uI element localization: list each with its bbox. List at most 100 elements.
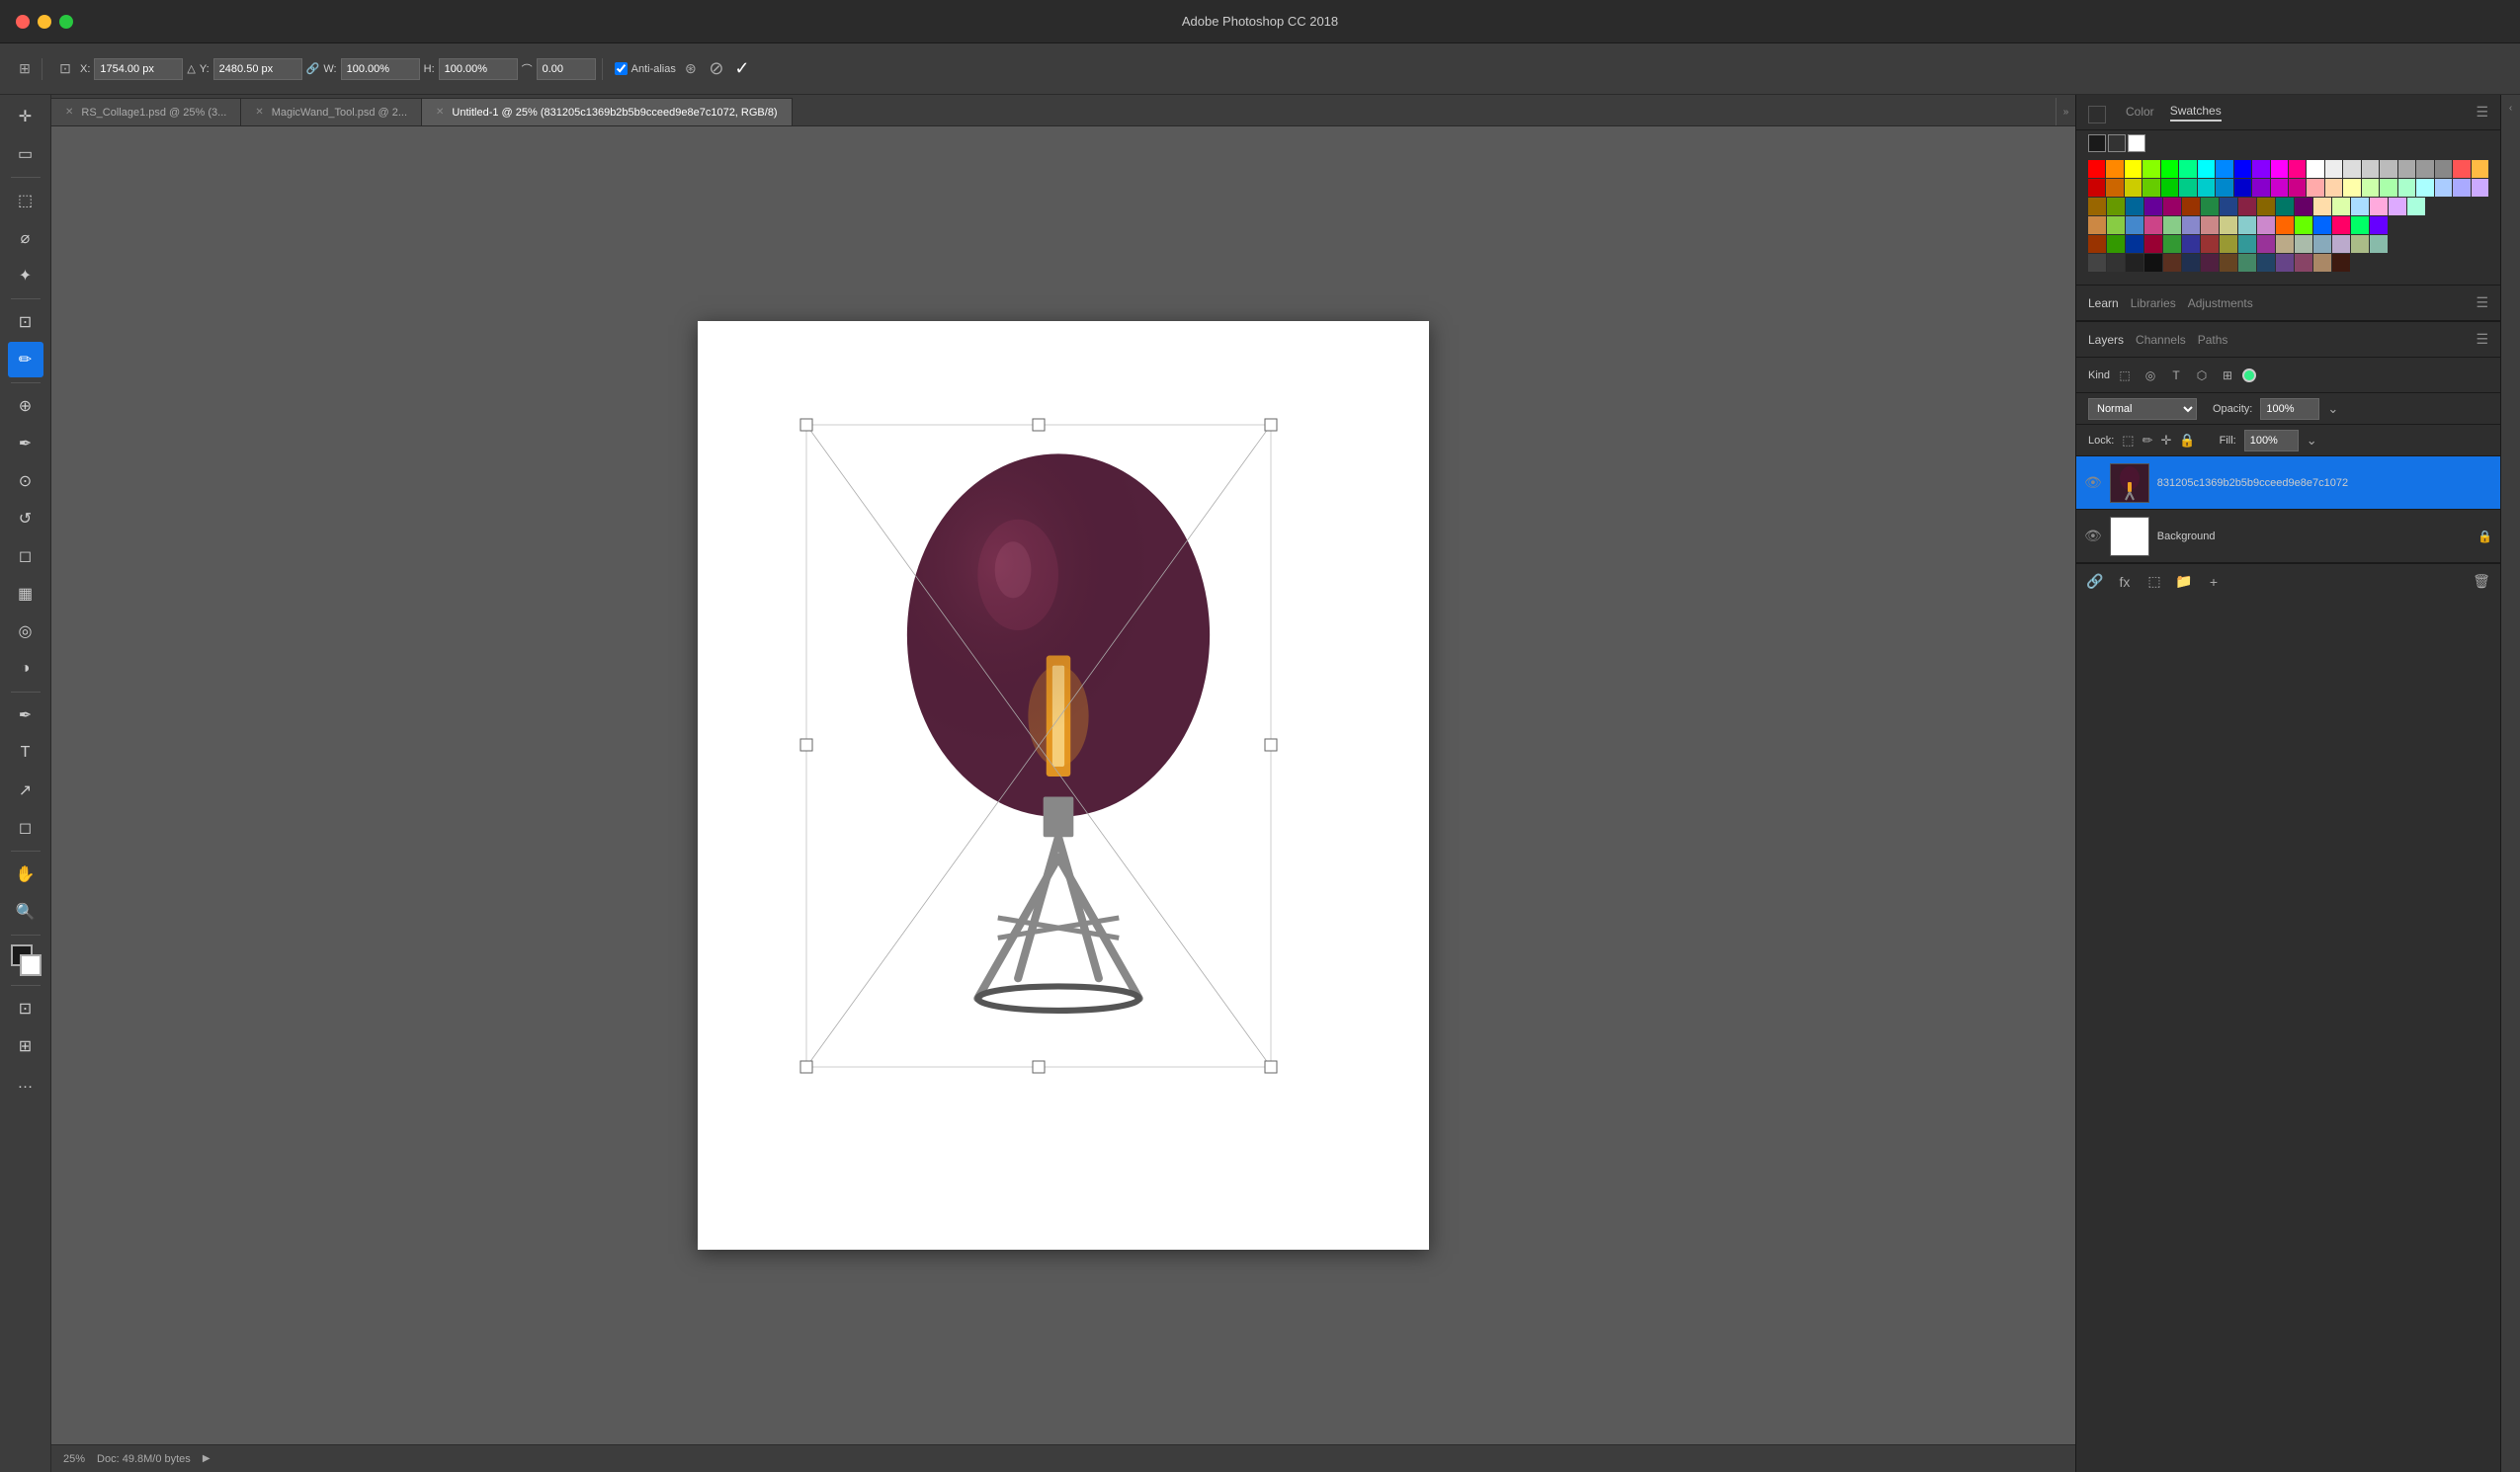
swatch-w3[interactable] bbox=[2343, 160, 2360, 178]
tab-untitled[interactable]: ✕ Untitled-1 @ 25% (831205c1369b2b5b9cce… bbox=[422, 98, 793, 125]
swatch-gr4b[interactable] bbox=[2351, 216, 2369, 234]
marquee-tool[interactable]: ⬚ bbox=[8, 183, 43, 218]
wand-tool[interactable]: ✦ bbox=[8, 258, 43, 293]
gradient-tool[interactable]: ▦ bbox=[8, 576, 43, 612]
tab-color[interactable]: Color bbox=[2126, 105, 2154, 121]
swatch-gc2[interactable] bbox=[2179, 179, 2196, 197]
swatch-lb2[interactable] bbox=[2453, 179, 2470, 197]
cancel-transform-button[interactable]: ⊘ bbox=[706, 58, 727, 80]
swatch-sc5[interactable] bbox=[2370, 235, 2388, 253]
swatch-or4[interactable] bbox=[2276, 216, 2294, 234]
x-input[interactable] bbox=[94, 58, 183, 80]
angle-input[interactable] bbox=[537, 58, 596, 80]
swatch-lv3[interactable] bbox=[2389, 198, 2406, 215]
lock-all-icon[interactable]: 🔒 bbox=[2179, 433, 2195, 449]
layers-panel-menu[interactable]: ☰ bbox=[2476, 331, 2488, 348]
swatch-b5[interactable] bbox=[2126, 235, 2143, 253]
swatch-g2[interactable] bbox=[2142, 179, 2159, 197]
swatch-green[interactable] bbox=[2161, 160, 2178, 178]
swatch-db6[interactable] bbox=[2163, 254, 2181, 272]
swatch-lg2[interactable] bbox=[2362, 179, 2379, 197]
swatch-lg3[interactable] bbox=[2332, 198, 2350, 215]
filter-shape-icon[interactable]: ⬡ bbox=[2191, 365, 2213, 386]
new-group-button[interactable]: 📁 bbox=[2173, 571, 2195, 593]
swatch-dn6[interactable] bbox=[2182, 254, 2200, 272]
maximize-button[interactable] bbox=[59, 15, 73, 29]
swatch-pk2[interactable] bbox=[2289, 179, 2306, 197]
swatch-ye4[interactable] bbox=[2295, 216, 2312, 234]
swatch-b2[interactable] bbox=[2234, 179, 2251, 197]
tab-close-rs[interactable]: ✕ bbox=[65, 107, 73, 118]
antialias-checkbox[interactable] bbox=[615, 62, 628, 75]
swatch-w2[interactable] bbox=[2325, 160, 2342, 178]
link-layers-button[interactable]: 🔗 bbox=[2084, 571, 2106, 593]
swatch-dr3[interactable] bbox=[2238, 198, 2256, 215]
swatch-b4b[interactable] bbox=[2182, 216, 2200, 234]
learn-panel-menu[interactable]: ☰ bbox=[2476, 294, 2488, 311]
commit-transform-button[interactable]: ✓ bbox=[731, 58, 753, 80]
swatch-pu5[interactable] bbox=[2257, 235, 2275, 253]
zoom-tool[interactable]: 🔍 bbox=[8, 894, 43, 930]
swatch-lp2[interactable] bbox=[2472, 179, 2488, 197]
warp-icon[interactable]: ⊛ bbox=[680, 58, 702, 80]
tab-overflow-button[interactable]: » bbox=[2056, 98, 2075, 125]
swatch-c2[interactable] bbox=[2198, 179, 2215, 197]
panel-collapse-bar[interactable]: ‹ bbox=[2500, 95, 2520, 1472]
swatch-b4[interactable] bbox=[2088, 216, 2106, 234]
tab-channels[interactable]: Channels bbox=[2136, 333, 2186, 347]
fill-arrow[interactable]: ⌄ bbox=[2307, 433, 2317, 449]
swatch-m2[interactable] bbox=[2271, 179, 2288, 197]
swatch-g3[interactable] bbox=[2107, 198, 2125, 215]
swatch-sg5[interactable] bbox=[2295, 235, 2312, 253]
swatch-bl4[interactable] bbox=[2126, 216, 2143, 234]
tab-paths[interactable]: Paths bbox=[2198, 333, 2228, 347]
swatch-lgc2[interactable] bbox=[2398, 179, 2415, 197]
hand-tool[interactable]: ✋ bbox=[8, 857, 43, 892]
swatch-m4[interactable] bbox=[2257, 216, 2275, 234]
h-input[interactable] bbox=[439, 58, 518, 80]
swatch-sl5[interactable] bbox=[2332, 235, 2350, 253]
swatch-gr6[interactable] bbox=[2238, 254, 2256, 272]
swatch-br6[interactable] bbox=[2220, 254, 2237, 272]
y-input[interactable] bbox=[213, 58, 302, 80]
swatch-w4[interactable] bbox=[2362, 160, 2379, 178]
swatch-g6a[interactable] bbox=[2088, 254, 2106, 272]
add-style-button[interactable]: fx bbox=[2114, 571, 2136, 593]
tab-magic-wand[interactable]: ✕ MagicWand_Tool.psd @ 2... bbox=[241, 98, 422, 125]
swatch-pk3[interactable] bbox=[2163, 198, 2181, 215]
swatch-magenta[interactable] bbox=[2271, 160, 2288, 178]
swatch-lt3[interactable] bbox=[2313, 198, 2331, 215]
swatch-g5[interactable] bbox=[2107, 235, 2125, 253]
screen-mode-tool[interactable]: ⊞ bbox=[8, 1028, 43, 1064]
swatch-dark[interactable] bbox=[2108, 134, 2126, 152]
lock-transparent-icon[interactable]: ⬚ bbox=[2122, 433, 2134, 449]
swatch-lc2[interactable] bbox=[2416, 179, 2433, 197]
swatch-dg3[interactable] bbox=[2257, 198, 2275, 215]
dodge-tool[interactable]: ◑ bbox=[8, 651, 43, 687]
brush-tool[interactable]: ✒ bbox=[8, 426, 43, 461]
swatch-g6c[interactable] bbox=[2126, 254, 2143, 272]
swatch-lc3[interactable] bbox=[2407, 198, 2425, 215]
swatch-cyan-blue[interactable] bbox=[2216, 160, 2232, 178]
swatch-cb2[interactable] bbox=[2216, 179, 2232, 197]
delete-layer-button[interactable]: 🗑 bbox=[2471, 571, 2492, 593]
swatch-pk4[interactable] bbox=[2332, 216, 2350, 234]
swatch-red[interactable] bbox=[2088, 160, 2105, 178]
tab-close-magic[interactable]: ✕ bbox=[255, 107, 263, 118]
quick-mask-tool[interactable]: ⊡ bbox=[8, 991, 43, 1026]
shape-tool[interactable]: ◻ bbox=[8, 810, 43, 846]
filter-text-icon[interactable]: T bbox=[2165, 365, 2187, 386]
swatch-sb5[interactable] bbox=[2313, 235, 2331, 253]
crop-tool[interactable]: ⊡ bbox=[8, 304, 43, 340]
swatch-pu4[interactable] bbox=[2370, 216, 2388, 234]
swatch-lp3[interactable] bbox=[2370, 198, 2388, 215]
close-button[interactable] bbox=[16, 15, 30, 29]
swatch-lgr2[interactable] bbox=[2380, 179, 2396, 197]
layer-visibility-bg[interactable]: 👁 bbox=[2084, 528, 2102, 544]
swatch-r2[interactable] bbox=[2088, 179, 2105, 197]
add-mask-button[interactable]: ⬚ bbox=[2143, 571, 2165, 593]
swatch-cyan[interactable] bbox=[2198, 160, 2215, 178]
swatch-g6d[interactable] bbox=[2144, 254, 2162, 272]
swatch-ta5[interactable] bbox=[2276, 235, 2294, 253]
swatch-dr6[interactable] bbox=[2332, 254, 2350, 272]
